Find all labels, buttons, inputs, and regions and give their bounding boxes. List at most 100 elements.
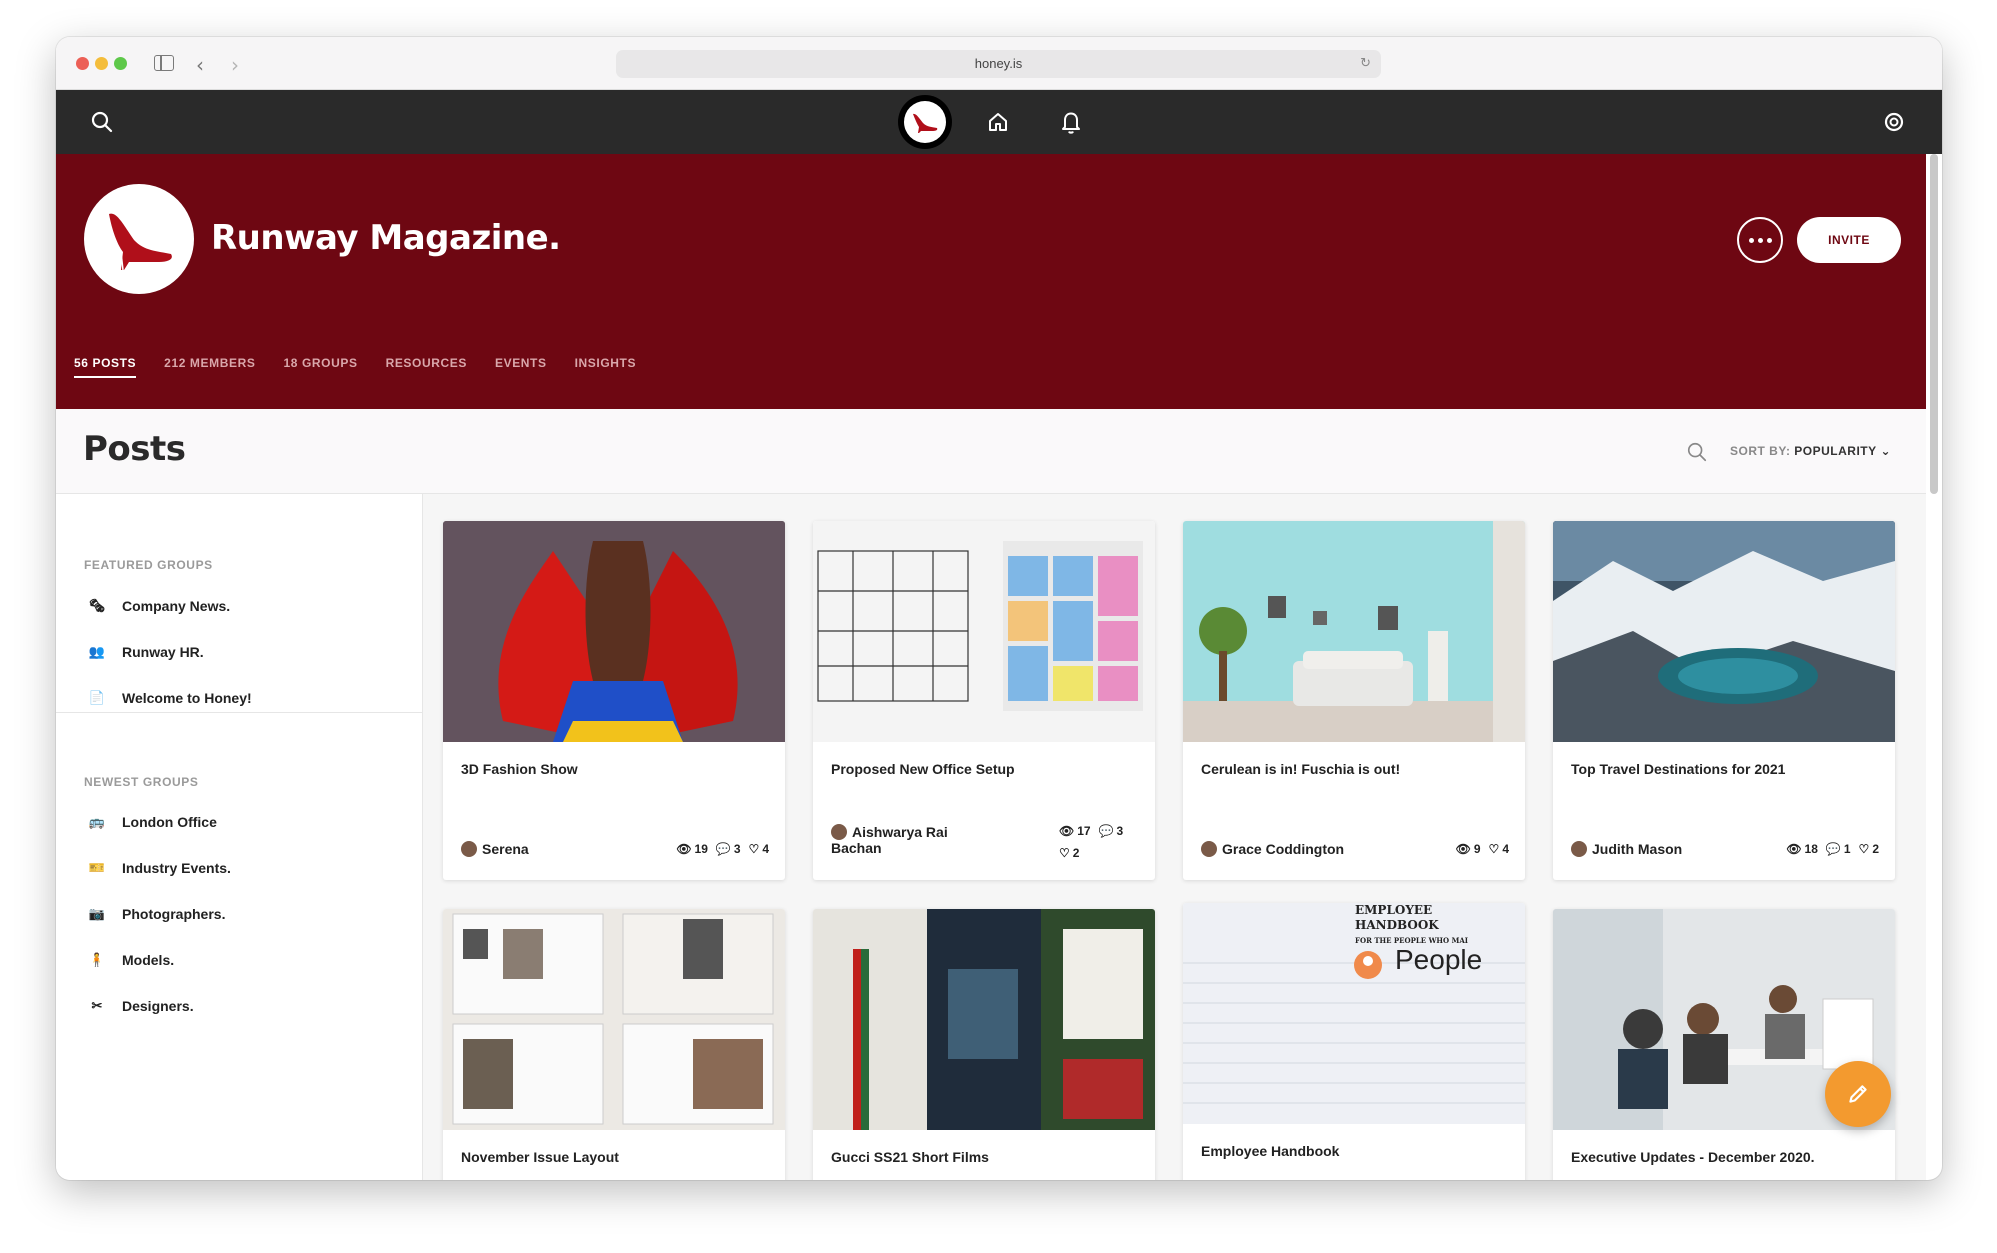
browser-window: ‹ › honey.is ↻ Runway Magazine. INVITE 5…: [56, 37, 1942, 1180]
browser-toolbar: ‹ › honey.is ↻: [56, 37, 1942, 90]
heart-icon[interactable]: ♡: [749, 842, 760, 856]
post-title: Employee Handbook: [1201, 1143, 1340, 1159]
reload-icon[interactable]: ↻: [1360, 50, 1371, 78]
sidebar-item-label: Company News.: [122, 598, 231, 614]
sidebar-item-runway-hr[interactable]: 👥 Runway HR.: [84, 642, 204, 662]
sidebar-item-london-office[interactable]: 🚌 London Office: [84, 812, 217, 832]
group-thumbnail: ✂: [91, 998, 103, 1013]
view-count: 19: [694, 842, 708, 856]
pencil-icon: [1849, 1085, 1867, 1103]
sidebar-item-label: Models.: [122, 952, 175, 968]
tab-posts[interactable]: 56 POSTS: [74, 356, 137, 378]
post-card[interactable]: November Issue Layout: [443, 909, 785, 1180]
invite-button[interactable]: INVITE: [1797, 217, 1901, 263]
group-title: Runway Magazine.: [211, 218, 561, 258]
sidebar-divider: [56, 712, 422, 713]
group-thumbnail: 🗞: [88, 598, 106, 613]
tab-members[interactable]: 212 MEMBERS: [164, 356, 255, 378]
tab-resources[interactable]: RESOURCES: [386, 356, 467, 378]
like-count: 4: [1502, 842, 1509, 856]
bell-icon[interactable]: [1059, 109, 1083, 135]
view-count: 18: [1804, 842, 1818, 856]
group-logo-button[interactable]: [898, 95, 952, 149]
post-card[interactable]: Cerulean is in! Fuschia is out! Grace Co…: [1183, 521, 1525, 880]
post-stats: 👁 18 💬 1 ♡ 2: [1786, 842, 1879, 856]
forward-arrow-icon[interactable]: ›: [231, 53, 239, 77]
post-author[interactable]: Aishwarya Rai Bachan: [831, 824, 948, 856]
chevron-down-icon: ⌄: [1880, 444, 1892, 458]
author-name: Grace Coddington: [1222, 841, 1345, 857]
gear-icon[interactable]: [1882, 110, 1906, 134]
handbook-cover-text: EMPLOYEE HANDBOOK FOR THE PEOPLE WHO MAI…: [1355, 903, 1483, 975]
cover-line: People: [1395, 944, 1483, 975]
author-name: Serena: [482, 841, 529, 857]
cover-line: HANDBOOK: [1355, 918, 1439, 932]
back-arrow-icon[interactable]: ‹: [196, 53, 204, 77]
post-stats: 👁 19 💬 3 ♡ 4: [676, 842, 769, 856]
compose-post-button[interactable]: [1825, 1061, 1891, 1127]
search-icon[interactable]: [1686, 441, 1708, 463]
sidebar-item-designers[interactable]: ✂ Designers.: [84, 996, 194, 1016]
heart-icon[interactable]: ♡: [1059, 846, 1070, 860]
cover-line: EMPLOYEE: [1355, 903, 1433, 917]
sort-dropdown[interactable]: SORT BY: POPULARITY ⌄: [1730, 444, 1891, 458]
group-header: Runway Magazine. INVITE 56 POSTS 212 MEM…: [56, 154, 1926, 409]
sidebar-toggle-icon[interactable]: [154, 55, 174, 71]
url-text: honey.is: [974, 56, 1023, 71]
tab-events[interactable]: EVENTS: [495, 356, 547, 378]
post-image: [1553, 521, 1895, 742]
post-author[interactable]: Serena: [461, 841, 529, 857]
post-title: November Issue Layout: [461, 1149, 619, 1165]
post-card[interactable]: 3D Fashion Show Serena 👁 19 💬 3 ♡ 4: [443, 521, 785, 880]
minimize-window-button[interactable]: [95, 57, 108, 70]
search-icon[interactable]: [90, 110, 114, 134]
scrollbar[interactable]: [1930, 154, 1938, 494]
maximize-window-button[interactable]: [114, 57, 127, 70]
comment-icon: 💬: [1098, 824, 1114, 838]
sidebar-item-label: Industry Events.: [122, 860, 231, 876]
sidebar-item-models[interactable]: 🧍 Models.: [84, 950, 174, 970]
more-options-button[interactable]: [1737, 217, 1783, 263]
post-card[interactable]: Gucci SS21 Short Films: [813, 909, 1155, 1180]
sidebar-item-industry-events[interactable]: 🎫 Industry Events.: [84, 858, 231, 878]
high-heel-icon: [913, 113, 938, 133]
sidebar-item-welcome[interactable]: 📄 Welcome to Honey!: [84, 688, 252, 708]
view-count: 9: [1473, 842, 1481, 856]
post-footer: Aishwarya Rai Bachan 👁 17 💬 3 ♡ 2: [831, 824, 1139, 860]
sidebar-item-photographers[interactable]: 📷 Photographers.: [84, 904, 226, 924]
post-card[interactable]: EMPLOYEE HANDBOOK FOR THE PEOPLE WHO MAI…: [1183, 903, 1525, 1180]
sidebar-item-label: Photographers.: [122, 906, 226, 922]
post-author[interactable]: Judith Mason: [1571, 841, 1682, 857]
group-tabs: 56 POSTS 212 MEMBERS 18 GROUPS RESOURCES…: [74, 356, 636, 378]
post-stats: 👁 9 ♡ 4: [1456, 842, 1509, 856]
close-window-button[interactable]: [76, 57, 89, 70]
group-thumbnail: 👥: [88, 644, 106, 659]
post-card[interactable]: Top Travel Destinations for 2021 Judith …: [1553, 521, 1895, 880]
like-count: 4: [762, 842, 769, 856]
sort-value: POPULARITY: [1794, 444, 1877, 458]
post-title: Proposed New Office Setup: [831, 761, 1015, 777]
post-author[interactable]: Grace Coddington: [1201, 841, 1344, 857]
post-card[interactable]: Proposed New Office Setup Aishwarya Rai …: [813, 521, 1155, 880]
tab-groups[interactable]: 18 GROUPS: [283, 356, 357, 378]
posts-grid: 3D Fashion Show Serena 👁 19 💬 3 ♡ 4 Prop…: [423, 494, 1926, 1180]
avatar: [1201, 841, 1217, 857]
comment-icon: 💬: [1825, 842, 1841, 856]
post-title: Gucci SS21 Short Films: [831, 1149, 989, 1165]
address-bar[interactable]: honey.is ↻: [616, 50, 1381, 78]
heart-icon[interactable]: ♡: [1489, 842, 1500, 856]
post-card[interactable]: Executive Updates - December 2020.: [1553, 909, 1895, 1180]
post-title: 3D Fashion Show: [461, 761, 578, 777]
sidebar-item-company-news[interactable]: 🗞 Company News.: [84, 596, 230, 616]
heart-icon[interactable]: ♡: [1859, 842, 1870, 856]
posts-header: Posts SORT BY: POPULARITY ⌄: [56, 409, 1926, 494]
post-image: [813, 521, 1155, 742]
newest-groups-label: NEWEST GROUPS: [84, 775, 199, 789]
comment-icon: 💬: [715, 842, 731, 856]
avatar: [461, 841, 477, 857]
app-topbar: [56, 90, 1942, 154]
home-icon[interactable]: [986, 110, 1010, 134]
sidebar-item-label: Welcome to Honey!: [122, 690, 252, 706]
tab-insights[interactable]: INSIGHTS: [575, 356, 636, 378]
post-footer: Judith Mason 👁 18 💬 1 ♡ 2: [1571, 841, 1879, 857]
